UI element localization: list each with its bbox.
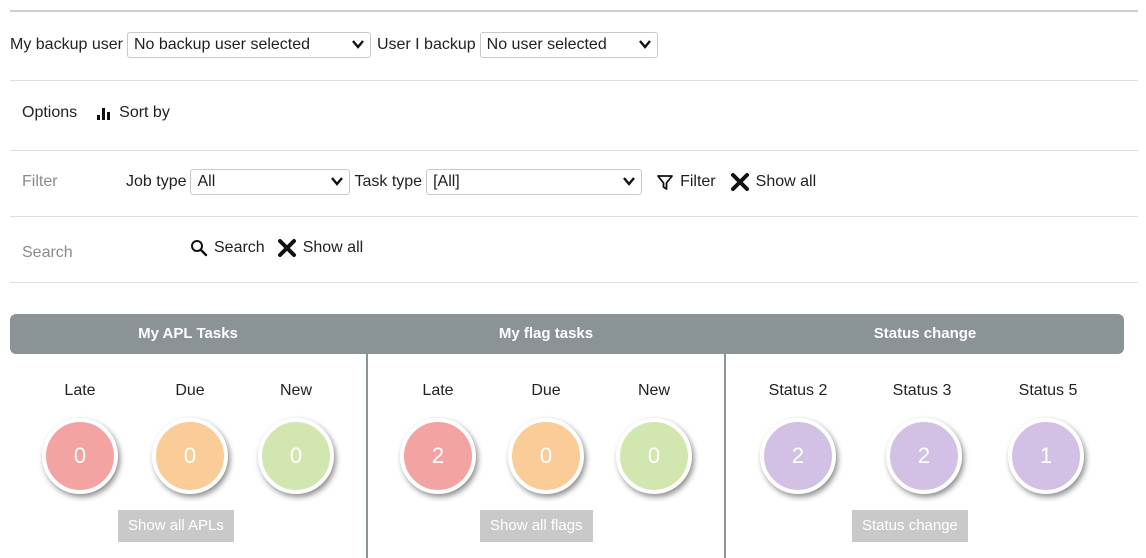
- status-2-count[interactable]: 2: [760, 418, 836, 494]
- task-dashboard: My APL Tasks My flag tasks Status change…: [10, 314, 1124, 558]
- divider: [10, 150, 1138, 151]
- chevron-down-icon: [638, 38, 651, 52]
- filter-row: Filter Job type All Task type [All] Filt…: [22, 169, 1138, 195]
- chevron-down-icon: [331, 175, 344, 189]
- options-label: Options: [22, 104, 78, 121]
- filter-show-all-label: Show all: [755, 173, 817, 190]
- filter-show-all-button[interactable]: Show all: [730, 173, 816, 191]
- show-all-apls-button[interactable]: Show all APLs: [118, 510, 234, 542]
- filter-button-label: Filter: [680, 173, 716, 190]
- flag-late-label: Late: [422, 382, 454, 399]
- search-row: Search Search Show all: [22, 234, 1138, 262]
- chevron-down-icon: [352, 38, 364, 52]
- search-show-all-button[interactable]: Show all: [277, 239, 363, 257]
- divider: [10, 282, 1138, 283]
- flag-due-count[interactable]: 0: [508, 418, 584, 494]
- flag-tasks-title: My flag tasks: [498, 325, 594, 342]
- apl-due-count[interactable]: 0: [152, 418, 228, 494]
- status-5-label: Status 5: [1018, 382, 1078, 399]
- filter-button[interactable]: Filter: [656, 173, 716, 191]
- my-backup-user-value: No backup user selected: [133, 36, 311, 53]
- status-change-title: Status change: [873, 325, 977, 342]
- top-divider: [10, 10, 1138, 12]
- filter-section-label: Filter: [22, 173, 58, 190]
- task-type-label: Task type: [354, 173, 423, 190]
- task-type-value: [All]: [433, 173, 460, 190]
- apl-new-label: New: [279, 382, 312, 399]
- job-type-select[interactable]: All: [190, 169, 351, 195]
- apl-late-label: Late: [64, 382, 96, 399]
- column-divider: [366, 354, 368, 558]
- user-i-backup-label: User I backup: [376, 36, 476, 53]
- status-3-count[interactable]: 2: [886, 418, 962, 494]
- column-divider: [724, 354, 726, 558]
- task-type-select[interactable]: [All]: [426, 169, 643, 195]
- apl-due-label: Due: [175, 382, 205, 399]
- divider: [10, 216, 1138, 217]
- job-type-value: All: [197, 173, 216, 190]
- options-row: Options Sort by: [22, 104, 1138, 122]
- divider: [10, 80, 1138, 81]
- close-x-icon: [730, 173, 750, 191]
- apl-new-count[interactable]: 0: [258, 418, 334, 494]
- user-i-backup-select[interactable]: No user selected: [479, 32, 658, 58]
- chevron-down-icon: [623, 175, 635, 189]
- apl-late-count[interactable]: 0: [42, 418, 118, 494]
- search-show-all-label: Show all: [302, 239, 364, 256]
- flag-late-count[interactable]: 2: [400, 418, 476, 494]
- backup-row: My backup user No backup user selected U…: [10, 32, 1138, 58]
- my-backup-user-select[interactable]: No backup user selected: [126, 32, 371, 58]
- search-button-label: Search: [214, 239, 265, 256]
- flag-due-label: Due: [531, 382, 561, 399]
- sort-by-label: Sort by: [119, 104, 170, 121]
- flag-new-label: New: [637, 382, 670, 399]
- job-type-label: Job type: [126, 173, 187, 190]
- status-3-label: Status 3: [892, 382, 952, 399]
- my-backup-user-label: My backup user: [10, 36, 123, 53]
- funnel-icon: [656, 173, 674, 191]
- search-button[interactable]: Search: [190, 239, 265, 257]
- show-all-flags-button[interactable]: Show all flags: [480, 510, 593, 542]
- status-2-label: Status 2: [768, 382, 828, 399]
- sort-by-button[interactable]: Sort by: [95, 104, 170, 122]
- bar-chart-icon: [95, 104, 113, 122]
- flag-new-count[interactable]: 0: [616, 418, 692, 494]
- close-x-icon: [277, 239, 297, 257]
- user-i-backup-value: No user selected: [486, 36, 607, 53]
- search-section-label: Search: [22, 244, 73, 261]
- apl-tasks-title: My APL Tasks: [138, 325, 238, 342]
- status-5-count[interactable]: 1: [1008, 418, 1084, 494]
- status-change-button[interactable]: Status change: [852, 510, 968, 542]
- magnifier-icon: [190, 239, 208, 257]
